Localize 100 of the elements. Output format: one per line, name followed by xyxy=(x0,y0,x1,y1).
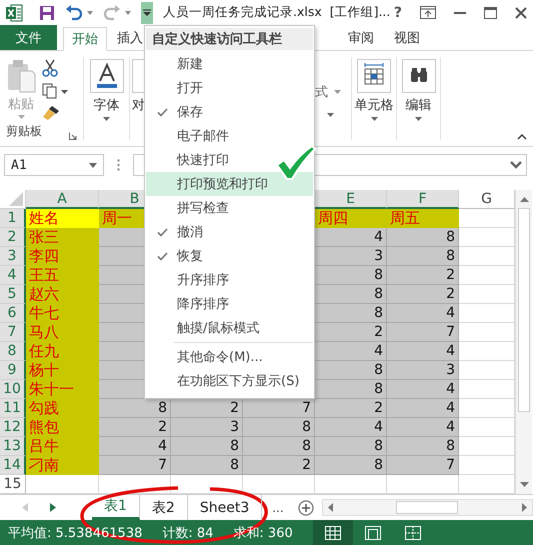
table-cell: 周五 xyxy=(387,209,459,228)
caret-icon[interactable] xyxy=(87,10,93,14)
scroll-left-icon[interactable] xyxy=(328,503,333,512)
normal-view-button[interactable] xyxy=(312,520,353,545)
font-icon xyxy=(90,59,124,93)
table-cell: 8 xyxy=(315,437,387,456)
row-header[interactable]: 7 xyxy=(0,323,26,342)
minimize-icon[interactable] xyxy=(454,12,466,14)
column-header[interactable]: G xyxy=(459,190,515,209)
scroll-thumb[interactable] xyxy=(518,208,530,412)
ribbon-tab[interactable]: 文件 xyxy=(0,25,57,50)
excel-icon xyxy=(5,4,23,22)
table-cell: 8 xyxy=(315,304,387,323)
help-button[interactable]: ? xyxy=(394,4,402,20)
caret-icon[interactable] xyxy=(125,10,131,14)
table-cell: 2 xyxy=(171,399,243,418)
ribbon-display-options-icon[interactable] xyxy=(420,6,436,19)
caret-icon xyxy=(18,115,24,119)
binoculars-icon xyxy=(402,59,436,93)
table-cell: 3 xyxy=(315,247,387,266)
row-header[interactable]: 13 xyxy=(0,437,26,456)
close-icon[interactable] xyxy=(515,6,527,18)
column-header[interactable]: A xyxy=(26,190,99,209)
customize-quick-access-button[interactable] xyxy=(141,2,153,24)
dialog-launcher-icon[interactable] xyxy=(69,132,77,140)
table-cell: 4 xyxy=(315,342,387,361)
alignment-button[interactable]: 对 xyxy=(132,59,146,114)
column-header[interactable]: E xyxy=(315,190,387,209)
row-header[interactable]: 6 xyxy=(0,304,26,323)
scroll-thumb[interactable] xyxy=(396,501,458,514)
table-cell: 2 xyxy=(243,456,315,475)
caret-icon xyxy=(334,90,341,94)
row-header[interactable]: 2 xyxy=(0,228,26,247)
cut-icon[interactable] xyxy=(42,59,58,77)
table-cell: 朱十一 xyxy=(26,380,99,399)
menu-item[interactable]: 其他命令(M)... xyxy=(146,345,313,369)
name-box[interactable]: A1 xyxy=(4,154,104,176)
row-header[interactable]: 14 xyxy=(0,456,26,475)
grip-icon xyxy=(117,159,120,171)
ribbon-tab[interactable]: 审阅 xyxy=(338,25,384,50)
row-header[interactable]: 11 xyxy=(0,399,26,418)
save-icon[interactable] xyxy=(39,4,55,20)
row-header[interactable]: 1 xyxy=(0,209,26,228)
page-icon xyxy=(364,526,381,540)
collapse-ribbon-icon[interactable] xyxy=(517,134,527,140)
group-label: 剪贴板 xyxy=(6,123,42,140)
menu-item[interactable]: 电子邮件 xyxy=(146,124,313,148)
menu-item[interactable]: 降序排序 xyxy=(146,292,313,316)
row-header[interactable]: 5 xyxy=(0,285,26,304)
scroll-up-icon[interactable] xyxy=(520,197,528,202)
next-sheet-icon[interactable] xyxy=(50,503,56,512)
font-button[interactable]: 字体 xyxy=(90,59,124,121)
column-header[interactable]: F xyxy=(387,190,459,209)
menu-item[interactable]: 打印预览和打印 xyxy=(146,172,313,196)
menu-item[interactable]: 保存 xyxy=(146,100,313,124)
row-header[interactable]: 9 xyxy=(0,361,26,380)
table-cell: 8 xyxy=(171,437,243,456)
menu-item[interactable]: 升序排序 xyxy=(146,268,313,292)
menu-item[interactable]: 快速打印 xyxy=(146,148,313,172)
expand-icon[interactable] xyxy=(510,161,522,169)
table-cell: 7 xyxy=(99,456,171,475)
copy-icon[interactable] xyxy=(42,83,68,99)
row-header[interactable]: 15 xyxy=(0,475,26,494)
horizontal-scrollbar[interactable] xyxy=(322,499,533,516)
table-cell: 刁南 xyxy=(26,456,99,475)
table-cell: 吕牛 xyxy=(26,437,99,456)
add-sheet-icon[interactable] xyxy=(298,500,314,516)
menu-item[interactable]: 恢复 xyxy=(146,244,313,268)
scroll-right-icon[interactable] xyxy=(522,503,527,512)
grid-icon xyxy=(324,526,341,540)
row-header[interactable]: 8 xyxy=(0,342,26,361)
table-cell: 牛七 xyxy=(26,304,99,323)
undo-icon[interactable] xyxy=(65,4,83,20)
scroll-down-icon[interactable] xyxy=(520,482,528,487)
menu-item[interactable]: 新建 xyxy=(146,52,313,76)
table-cell: 3 xyxy=(171,418,243,437)
window-title: 人员一周任务完成记录.xlsx [工作组]... xyxy=(163,4,390,21)
caret-icon[interactable] xyxy=(327,113,334,117)
table-cell: 2 xyxy=(387,266,459,285)
table-cell: 2 xyxy=(315,323,387,342)
menu-item[interactable]: 打开 xyxy=(146,76,313,100)
maximize-icon[interactable] xyxy=(484,6,497,18)
row-header[interactable]: 4 xyxy=(0,266,26,285)
row-header[interactable]: 12 xyxy=(0,418,26,437)
editing-button[interactable]: 编辑 xyxy=(402,59,436,121)
menu-item[interactable]: 在功能区下方显示(S) xyxy=(146,369,313,393)
more-sheets-button[interactable]: ... xyxy=(272,500,284,514)
table-cell: 2 xyxy=(99,418,171,437)
table-cell: 熊包 xyxy=(26,418,99,437)
format-painter-icon[interactable] xyxy=(42,105,60,121)
ribbon-tab[interactable]: 视图 xyxy=(384,25,430,50)
ribbon-tab[interactable]: 开始 xyxy=(63,27,107,51)
table-cell: 8 xyxy=(315,380,387,399)
vertical-scrollbar[interactable] xyxy=(515,190,532,494)
cells-button[interactable]: 单元格 xyxy=(354,59,394,121)
row-header[interactable]: 10 xyxy=(0,380,26,399)
row-header[interactable]: 3 xyxy=(0,247,26,266)
caret-icon xyxy=(89,162,97,168)
menu-item[interactable]: 触摸/鼠标模式 xyxy=(146,316,313,340)
menu-title: 自定义快速访问工具栏 xyxy=(146,28,313,50)
